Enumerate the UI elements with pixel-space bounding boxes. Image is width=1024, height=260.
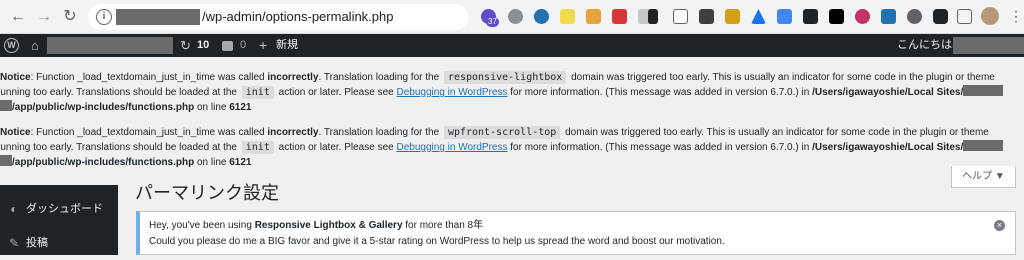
dismiss-icon[interactable]: ×: [994, 220, 1005, 231]
page-title: パーマリンク設定: [135, 183, 279, 203]
sidebar-item-label: 投稿: [26, 237, 48, 249]
address-bar[interactable]: i /wp-admin/options-permalink.php ☆: [88, 4, 545, 30]
notice-strong: incorrectly: [267, 72, 319, 83]
redacted-path: [963, 85, 1004, 96]
notice-line: Notice: Function _load_textdomain_just_i…: [0, 126, 1024, 140]
notice-text: on line: [194, 102, 230, 113]
notice-init-code: init: [241, 141, 274, 154]
extension-gear-icon[interactable]: [508, 9, 523, 24]
redacted-site-name[interactable]: [47, 37, 173, 54]
extension-google-icon[interactable]: [777, 9, 792, 24]
notice-line: Could you please do me a BIG favor and g…: [149, 236, 725, 247]
extension-s-icon[interactable]: [881, 9, 896, 24]
debugging-link[interactable]: Debugging in WordPress: [396, 142, 507, 153]
extension-dropper-icon[interactable]: [648, 9, 658, 24]
reload-icon[interactable]: ↻: [60, 7, 80, 27]
extension-square-icon[interactable]: [673, 9, 688, 24]
back-icon[interactable]: ←: [8, 7, 28, 27]
notice-text: . Translation loading for the: [318, 72, 442, 83]
notice-line: Hey, you've been using Responsive Lightb…: [149, 218, 483, 234]
notice-domain-code: wpfront-scroll-top: [443, 126, 561, 139]
browser-menu-icon[interactable]: ⋮: [1009, 8, 1023, 24]
updates-count[interactable]: 10: [197, 34, 209, 57]
notice-path: /Users/igawayoshie/Local Sites/: [812, 142, 964, 153]
notice-text: action or later. Please see: [275, 142, 397, 153]
notice-text: domain was triggered too early. This is …: [568, 72, 995, 83]
notice-line: running too early. Translations should b…: [0, 85, 1024, 100]
notice-text: : Function _load_textdomain_just_in_time…: [30, 127, 268, 138]
sidebar-item-label: ダッシュボード: [26, 203, 103, 215]
extension-hex-icon[interactable]: [933, 9, 948, 24]
home-icon[interactable]: ⌂: [31, 34, 39, 57]
notice-line: /app/public/wp-includes/functions.php on…: [0, 100, 1024, 115]
redacted-domain: [116, 9, 200, 25]
extensions-puzzle-icon[interactable]: [957, 9, 972, 24]
extension-red-icon[interactable]: [612, 9, 627, 24]
dashboard-icon: ◐: [10, 202, 18, 216]
notice-init-code: init: [241, 86, 274, 99]
notice-text: Hey, you've been using: [149, 220, 255, 231]
notice-line: running too early. Translations should b…: [0, 140, 1024, 155]
comments-icon[interactable]: [222, 41, 233, 51]
debugging-link[interactable]: Debugging in WordPress: [396, 87, 507, 98]
extension-triangle-icon[interactable]: [751, 9, 766, 24]
notice-line: Notice: Function _load_textdomain_just_i…: [0, 71, 1024, 85]
extension-js-icon[interactable]: [560, 9, 575, 24]
sidebar-item-dashboard[interactable]: ◐ ダッシュボード: [0, 192, 118, 226]
notice-line: /app/public/wp-includes/functions.php on…: [0, 155, 1024, 170]
rating-request-notice: Hey, you've been using Responsive Lightb…: [136, 211, 1016, 255]
notice-text: on line: [194, 157, 230, 168]
plugin-name: Responsive Lightbox & Gallery: [254, 220, 403, 231]
notice-text: for more information. (This message was …: [507, 142, 813, 153]
notice-domain-code: responsive-lightbox: [443, 71, 567, 84]
notice-text: for more information. (This message was …: [507, 87, 813, 98]
php-notice: Notice: Function _load_textdomain_just_i…: [0, 71, 1024, 115]
extension-circle-icon[interactable]: [855, 9, 870, 24]
profile-avatar[interactable]: [981, 7, 999, 25]
notice-path: /app/public/wp-includes/functions.php: [12, 157, 195, 168]
url-text: /wp-admin/options-permalink.php: [202, 9, 394, 24]
plus-icon[interactable]: +: [259, 34, 267, 57]
comments-count[interactable]: 0: [240, 34, 246, 57]
pin-icon: ✎: [8, 236, 20, 250]
notice-strong: incorrectly: [267, 127, 319, 138]
redacted-path: [0, 100, 12, 111]
redacted-path: [0, 155, 12, 166]
wp-admin-bar: W ⌂ ↻ 10 0 + 新規 こんにちは、: [0, 34, 1024, 57]
extension-h-icon[interactable]: [725, 9, 740, 24]
extension-badge: 37: [486, 17, 499, 27]
redacted-path: [963, 140, 1004, 151]
new-content-link[interactable]: 新規: [276, 34, 298, 57]
redacted-username[interactable]: [953, 37, 1024, 54]
wordpress-logo-icon[interactable]: W: [4, 38, 19, 53]
browser-toolbar: ← → ↻ i /wp-admin/options-permalink.php …: [0, 0, 1024, 34]
notice-text: for more than 8年: [402, 220, 484, 231]
forward-icon[interactable]: →: [34, 7, 54, 27]
php-notice: Notice: Function _load_textdomain_just_i…: [0, 126, 1024, 170]
notice-label: Notice: [0, 72, 31, 83]
notice-text: action or later. Please see: [275, 87, 397, 98]
extension-eye-icon[interactable]: [907, 9, 922, 24]
notice-path: /Users/igawayoshie/Local Sites/: [812, 87, 964, 98]
notice-text: running too early. Translations should b…: [0, 87, 240, 98]
notice-path: /app/public/wp-includes/functions.php: [12, 102, 195, 113]
notice-text: . Translation loading for the: [318, 127, 442, 138]
notice-text: domain was triggered too early. This is …: [562, 127, 989, 138]
extension-n-icon[interactable]: [803, 9, 818, 24]
admin-sidebar: ◐ ダッシュボード ✎ 投稿: [0, 185, 118, 255]
notice-text: : Function _load_textdomain_just_in_time…: [30, 72, 268, 83]
notice-line-number: 6121: [229, 102, 252, 113]
updates-icon[interactable]: ↻: [180, 34, 191, 57]
extension-yellow-icon[interactable]: [586, 9, 601, 24]
help-tab-button[interactable]: ヘルプ ▼: [951, 166, 1016, 188]
extension-notion-icon[interactable]: [829, 9, 844, 24]
notice-text: running too early. Translations should b…: [0, 142, 240, 153]
extension-font-icon[interactable]: [699, 9, 714, 24]
site-info-icon[interactable]: i: [96, 9, 112, 25]
notice-line-number: 6121: [229, 157, 252, 168]
extension-wordpress-icon[interactable]: [534, 9, 549, 24]
notice-label: Notice: [0, 127, 31, 138]
